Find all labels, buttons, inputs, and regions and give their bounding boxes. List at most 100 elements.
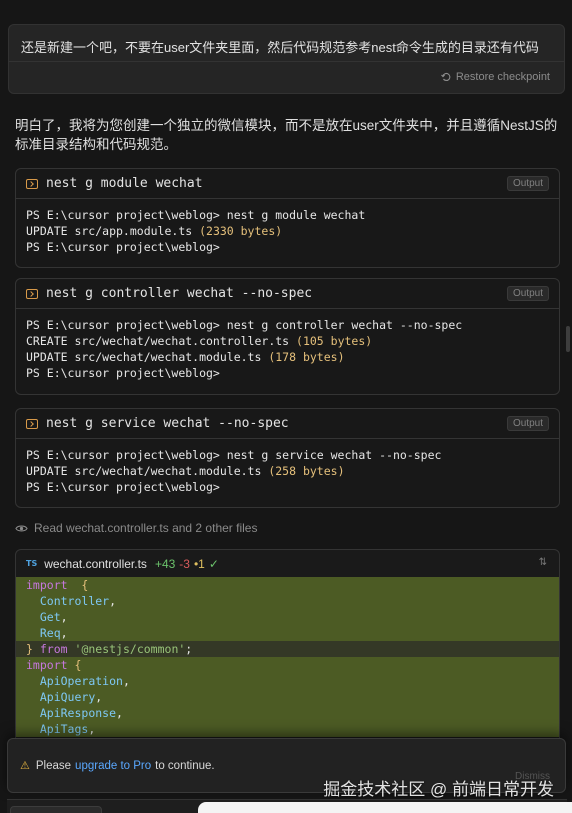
- read-files-status[interactable]: Read wechat.controller.ts and 2 other fi…: [15, 521, 257, 535]
- code-token: ,: [95, 690, 103, 704]
- code-token: {: [74, 658, 82, 672]
- code-diff-block: TS wechat.controller.ts +43 -3 •1 ✓ ⇅ im…: [15, 549, 560, 749]
- code-token: import: [26, 578, 68, 592]
- toast-text-before: Please: [35, 759, 72, 772]
- terminal-output: PS E:\cursor project\weblog> nest g modu…: [16, 199, 559, 263]
- terminal-line: PS E:\cursor project\weblog> nest g serv…: [26, 447, 549, 463]
- code-line: import {: [16, 657, 559, 673]
- terminal-header[interactable]: nest g controller wechat --no-spec Outpu…: [16, 279, 559, 309]
- code-line: ApiQuery,: [16, 689, 559, 705]
- terminal-line-text: PS E:\cursor project\weblog>: [26, 366, 220, 380]
- terminal-block-service: nest g service wechat --no-spec Output P…: [15, 408, 560, 508]
- terminal-line: PS E:\cursor project\weblog> nest g cont…: [26, 317, 549, 333]
- terminal-line: PS E:\cursor project\weblog>: [26, 365, 549, 381]
- user-message: 还是新建一个吧，不要在user文件夹里面，然后代码规范参考nest命令生成的目录…: [8, 24, 565, 94]
- code-token: import: [26, 658, 68, 672]
- terminal-line: UPDATE src/app.module.ts (2330 bytes): [26, 223, 549, 239]
- expand-collapse-icon[interactable]: ⇅: [539, 557, 547, 568]
- code-line: Req,: [16, 625, 559, 641]
- terminal-line-text: UPDATE src/wechat/wechat.module.ts: [26, 464, 269, 478]
- code-token: {: [81, 578, 89, 592]
- code-line: ApiOperation,: [16, 673, 559, 689]
- code-token: ,: [116, 706, 123, 720]
- terminal-icon: [26, 418, 38, 429]
- terminal-output: PS E:\cursor project\weblog> nest g cont…: [16, 309, 559, 389]
- terminal-icon: [26, 288, 38, 299]
- terminal-header[interactable]: nest g module wechat Output: [16, 169, 559, 199]
- code-content: import { Controller, Get, Req,} from '@n…: [16, 577, 559, 737]
- terminal-line: PS E:\cursor project\weblog>: [26, 479, 549, 495]
- overlay-panel: [198, 802, 572, 813]
- terminal-line: CREATE src/wechat/wechat.controller.ts (…: [26, 333, 549, 349]
- terminal-output: PS E:\cursor project\weblog> nest g serv…: [16, 439, 559, 503]
- terminal-command: nest g controller wechat --no-spec: [46, 286, 313, 301]
- code-file-header[interactable]: TS wechat.controller.ts +43 -3 •1 ✓ ⇅: [16, 550, 559, 577]
- code-token: ,: [109, 594, 117, 608]
- assistant-message: 明白了，我将为您创建一个独立的微信模块，而不是放在user文件夹中，并且遵循Ne…: [15, 118, 558, 152]
- scrollbar-thumb[interactable]: [566, 326, 570, 352]
- code-line: ApiTags,: [16, 721, 559, 737]
- code-line: } from '@nestjs/common';: [16, 641, 559, 657]
- check-icon: ✓: [208, 556, 219, 571]
- code-line: Get,: [16, 609, 559, 625]
- terminal-line-bytes: (178 bytes): [268, 350, 345, 364]
- output-badge[interactable]: Output: [506, 286, 549, 301]
- terminal-block-module: nest g module wechat Output PS E:\cursor…: [15, 168, 560, 268]
- terminal-line-text: UPDATE src/app.module.ts: [26, 224, 200, 238]
- code-token: ApiOperation: [39, 674, 123, 688]
- terminal-command: nest g module wechat: [46, 176, 203, 191]
- output-badge[interactable]: Output: [506, 416, 549, 431]
- code-token: ApiTags: [39, 722, 89, 736]
- terminal-line-text: CREATE src/wechat/wechat.controller.ts: [26, 334, 297, 348]
- lines-modified: •1: [193, 556, 205, 571]
- typescript-icon: TS: [26, 559, 38, 568]
- restore-label: Restore checkpoint: [455, 71, 550, 83]
- terminal-line: PS E:\cursor project\weblog> nest g modu…: [26, 207, 549, 223]
- code-filename[interactable]: wechat.controller.ts: [44, 557, 147, 571]
- read-files-text: Read wechat.controller.ts and 2 other fi…: [34, 521, 258, 535]
- terminal-line-bytes: (2330 bytes): [199, 224, 283, 238]
- upgrade-link[interactable]: upgrade to Pro: [75, 760, 151, 772]
- terminal-line-text: PS E:\cursor project\weblog>: [26, 480, 220, 494]
- terminal-line-text: UPDATE src/wechat/wechat.module.ts: [26, 350, 269, 364]
- code-token: ,: [60, 610, 68, 624]
- code-token: Get: [39, 610, 61, 624]
- terminal-line-text: PS E:\cursor project\weblog> nest g cont…: [26, 318, 463, 332]
- restore-checkpoint-button[interactable]: Restore checkpoint: [440, 71, 550, 83]
- terminal-line-bytes: (258 bytes): [268, 464, 345, 478]
- code-token: from: [39, 642, 68, 656]
- code-line: import {: [16, 577, 559, 593]
- divider: [9, 61, 564, 62]
- terminal-line-text: PS E:\cursor project\weblog> nest g serv…: [26, 448, 442, 462]
- terminal-line: UPDATE src/wechat/wechat.module.ts (178 …: [26, 349, 549, 365]
- lines-removed: -3: [179, 556, 190, 571]
- terminal-icon: [26, 178, 38, 189]
- code-token: ,: [60, 626, 68, 640]
- terminal-line-bytes: (105 bytes): [296, 334, 373, 348]
- code-token: ;: [185, 642, 193, 656]
- code-token: ,: [122, 674, 130, 688]
- terminal-command: nest g service wechat --no-spec: [46, 416, 289, 431]
- warning-icon: ⚠: [20, 760, 30, 772]
- code-token: ,: [88, 722, 96, 736]
- add-context-chip[interactable]: [10, 806, 102, 813]
- code-token: ApiQuery: [39, 690, 96, 704]
- code-token: '@nestjs/common': [74, 642, 186, 656]
- code-token: ApiResponse: [39, 706, 117, 720]
- terminal-line: PS E:\cursor project\weblog>: [26, 239, 549, 255]
- code-line: ApiResponse,: [16, 705, 559, 721]
- terminal-line-text: PS E:\cursor project\weblog> nest g modu…: [26, 208, 366, 222]
- restore-icon: [440, 72, 451, 82]
- watermark: 掘金技术社区 @ 前端日常开发: [323, 780, 554, 799]
- lines-added: +43: [154, 556, 176, 571]
- terminal-header[interactable]: nest g service wechat --no-spec Output: [16, 409, 559, 439]
- output-badge[interactable]: Output: [506, 176, 549, 191]
